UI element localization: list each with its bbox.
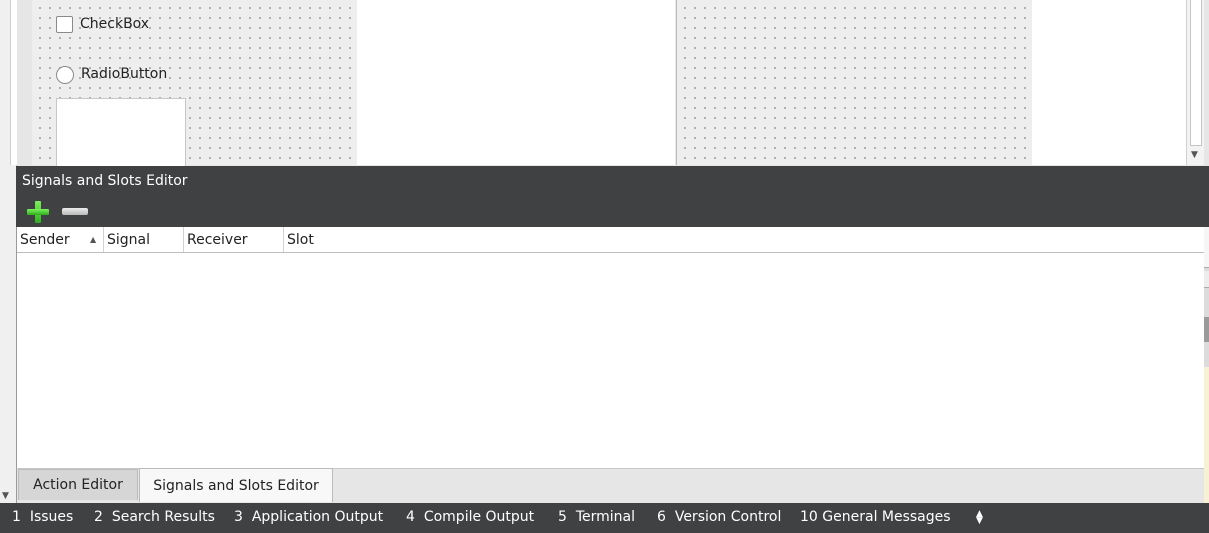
tab-action-editor[interactable]: Action Editor: [18, 469, 138, 500]
tab-label: General Messages: [822, 509, 951, 525]
connections-table[interactable]: Sender ▲ Signal Receiver Slot: [16, 227, 1205, 468]
blank-widget[interactable]: [56, 98, 186, 166]
add-connection-button[interactable]: [26, 200, 50, 224]
scroll-down-arrow-icon[interactable]: ▼: [2, 491, 9, 501]
column-label: Signal: [107, 232, 151, 248]
output-tab-compile-output[interactable]: 4 Compile Output: [406, 509, 534, 525]
column-label: Slot: [287, 232, 314, 248]
tab-label: Compile Output: [423, 509, 535, 525]
column-header-signal[interactable]: Signal: [104, 227, 184, 252]
tab-label: Search Results: [111, 509, 215, 525]
remove-connection-button[interactable]: [62, 208, 88, 215]
form-canvas-right[interactable]: [676, 0, 1033, 165]
tab-number: 1: [12, 509, 21, 525]
expand-toggle-icon[interactable]: ▲ ▼: [976, 510, 983, 526]
left-panel-edge: [10, 0, 17, 165]
column-header-receiver[interactable]: Receiver: [184, 227, 284, 252]
column-header-slot[interactable]: Slot: [284, 227, 1204, 252]
tab-number: 2: [94, 509, 103, 525]
tab-signals-slots-editor[interactable]: Signals and Slots Editor: [139, 468, 333, 502]
column-label: Receiver: [187, 232, 248, 248]
tab-number: 4: [406, 509, 415, 525]
checkbox-widget[interactable]: [56, 16, 73, 33]
tab-label: Application Output: [251, 509, 384, 525]
output-tab-issues[interactable]: 1 Issues: [12, 509, 73, 525]
output-tab-general-messages[interactable]: 10 General Messages: [800, 509, 951, 525]
tab-label: Version Control: [674, 509, 782, 525]
tab-number: 6: [657, 509, 666, 525]
checkbox-label[interactable]: CheckBox: [80, 16, 149, 32]
output-tab-version-control[interactable]: 6 Version Control: [657, 509, 781, 525]
tab-number: 5: [558, 509, 567, 525]
right-edge-panel: [1204, 227, 1209, 503]
radiobutton-widget[interactable]: [56, 66, 74, 84]
editor-header: [16, 166, 1209, 227]
output-tab-application-output[interactable]: 3 Application Output: [234, 509, 383, 525]
output-tab-search-results[interactable]: 2 Search Results: [94, 509, 215, 525]
editor-title: Signals and Slots Editor: [22, 173, 188, 189]
scroll-down-arrow-icon[interactable]: ▼: [1191, 150, 1198, 160]
sort-ascending-icon: ▲: [90, 235, 97, 244]
output-tab-terminal[interactable]: 5 Terminal: [558, 509, 635, 525]
form-canvas-far: [1032, 0, 1186, 165]
scrollbar-thumb[interactable]: [1190, 0, 1202, 146]
tab-number: 3: [234, 509, 243, 525]
column-label: Sender: [20, 232, 70, 248]
tab-label: Terminal: [575, 509, 635, 525]
column-header-sender[interactable]: Sender ▲: [17, 227, 104, 252]
tab-number: 10: [800, 509, 818, 525]
radiobutton-label[interactable]: RadioButton: [81, 66, 167, 82]
tab-label: Issues: [29, 509, 74, 525]
form-canvas-middle[interactable]: [357, 0, 675, 165]
table-header: Sender ▲ Signal Receiver Slot: [17, 227, 1204, 253]
canvas-vertical-scrollbar[interactable]: ▼: [1186, 0, 1204, 165]
